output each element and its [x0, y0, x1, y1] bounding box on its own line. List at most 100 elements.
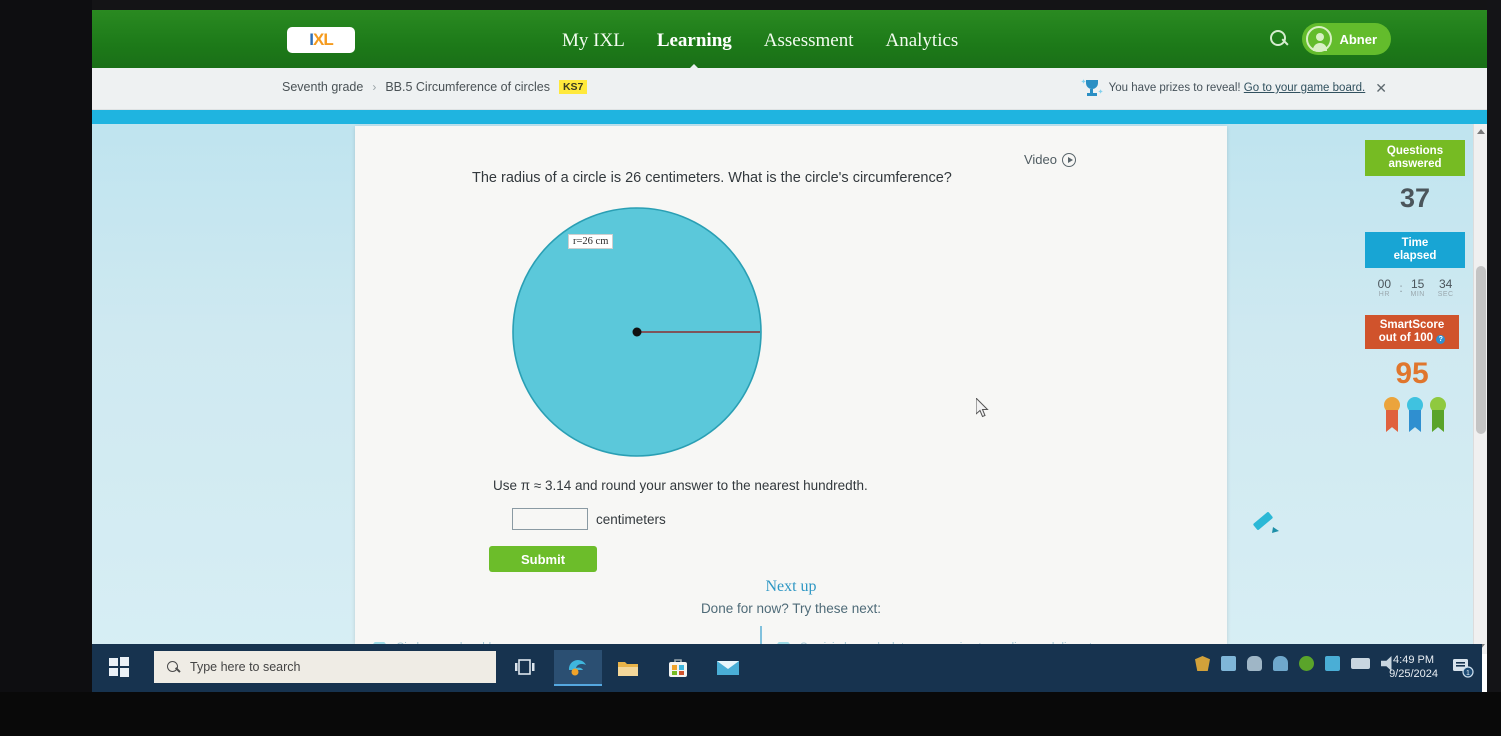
- questions-answered-title-2: answered: [1388, 158, 1442, 170]
- task-view-icon[interactable]: [514, 657, 536, 677]
- user-menu[interactable]: Abner: [1302, 23, 1391, 55]
- nav-item-my-ixl[interactable]: My IXL: [562, 30, 625, 52]
- clock-hours-label: HR: [1378, 291, 1390, 298]
- ribbon-green-icon: [1429, 397, 1447, 433]
- nav-item-learning[interactable]: Learning: [657, 30, 732, 52]
- shield-icon[interactable]: [1195, 656, 1210, 671]
- trophy-icon: ✦ ✦: [1080, 79, 1104, 96]
- taskbar-search[interactable]: Type here to search: [154, 651, 496, 683]
- smartscore-title-1: SmartScore: [1379, 319, 1445, 331]
- time-elapsed-title-2: elapsed: [1393, 250, 1437, 262]
- prize-message: You have prizes to reveal!: [1108, 82, 1241, 94]
- vertical-scrollbar[interactable]: [1473, 124, 1487, 654]
- play-icon: [1062, 152, 1076, 167]
- time-elapsed-header: Time elapsed: [1365, 232, 1465, 268]
- clock-minutes: 15 MIN: [1405, 277, 1431, 298]
- close-icon[interactable]: ✕: [1375, 80, 1387, 97]
- battery-icon[interactable]: [1351, 658, 1370, 669]
- clock-minutes-label: MIN: [1410, 291, 1425, 298]
- monitor-bezel-right: [1487, 0, 1501, 736]
- search-icon: [167, 660, 180, 674]
- scroll-up-icon[interactable]: [1477, 129, 1485, 134]
- prize-banner: ✦ ✦ You have prizes to reveal! Go to you…: [1080, 78, 1387, 98]
- breadcrumb-bar: Seventh grade › BB.5 Circumference of ci…: [92, 68, 1487, 110]
- windows-taskbar: Type here to search 4:49 PM 9/25/2024 1: [92, 644, 1482, 692]
- breadcrumb-separator: ›: [372, 80, 377, 94]
- standard-badge: KS7: [558, 80, 588, 94]
- video-label: Video: [1023, 152, 1057, 167]
- clock-minutes-value: 15: [1410, 277, 1425, 291]
- answer-row: centimeters: [512, 508, 666, 530]
- taskbar-app-file-explorer-icon[interactable]: [604, 650, 652, 686]
- search-icon[interactable]: [1268, 28, 1290, 50]
- taskbar-app-mail-icon[interactable]: [704, 650, 752, 686]
- sync-icon[interactable]: [1299, 656, 1314, 671]
- taskbar-time: 4:49 PM: [1393, 654, 1435, 666]
- logo-l: L: [323, 30, 333, 49]
- breadcrumb-skill[interactable]: BB.5 Circumference of circles: [385, 80, 550, 94]
- screen: IXL My IXL Learning Assessment Analytics…: [92, 10, 1487, 692]
- photos-icon[interactable]: [1221, 656, 1236, 671]
- next-up-subtitle: Done for now? Try these next:: [700, 601, 882, 616]
- clock-hours: 00 HR: [1371, 277, 1397, 298]
- radius-label: r=26 cm: [568, 234, 614, 249]
- smartscore-title-2: out of 100 ?: [1365, 332, 1459, 345]
- questions-answered-value: 37: [1399, 183, 1431, 213]
- game-board-link[interactable]: Go to your game board.: [1244, 82, 1365, 94]
- circle-figure: [510, 204, 770, 466]
- question-card: Video The radius of a circle is 26 centi…: [355, 126, 1465, 666]
- next-up-title: Next up: [765, 578, 817, 595]
- taskbar-app-edge-icon[interactable]: [554, 650, 602, 686]
- time-elapsed-title-1: Time: [1401, 237, 1429, 249]
- onedrive-icon[interactable]: [1273, 656, 1288, 671]
- video-link[interactable]: Video: [1024, 152, 1076, 167]
- system-tray: [1195, 656, 1396, 671]
- user-name: Abner: [1339, 31, 1377, 47]
- cyan-band: [92, 110, 1487, 124]
- clock-seconds: 34 SEC: [1433, 277, 1459, 298]
- questions-answered-title-1: Questions: [1386, 145, 1444, 157]
- nav-item-assessment[interactable]: Assessment: [764, 30, 854, 52]
- smartscore-header: SmartScore out of 100 ?: [1365, 315, 1459, 349]
- answer-unit: centimeters: [596, 511, 666, 527]
- time-elapsed-clock: 00 HR : 15 MIN 34 SEC: [1365, 277, 1465, 298]
- monitor-top-text: [110, 0, 230, 8]
- avatar: [1306, 26, 1333, 52]
- notification-icon[interactable]: 1: [1450, 656, 1474, 678]
- stats-panel: Questions answered 37 Time elapsed 00 HR…: [1365, 140, 1465, 433]
- main-nav: My IXL Learning Assessment Analytics: [562, 22, 958, 60]
- pencil-icon[interactable]: [1248, 504, 1282, 538]
- taskbar-apps: [554, 650, 752, 686]
- info-icon[interactable]: ?: [1436, 335, 1446, 344]
- taskbar-app-microsoft-store-icon[interactable]: [654, 650, 702, 686]
- ribbon-orange-icon: [1383, 397, 1401, 433]
- questions-answered-header: Questions answered: [1365, 140, 1465, 176]
- clock-seconds-value: 34: [1438, 277, 1453, 291]
- clock-hours-value: 00: [1377, 277, 1391, 291]
- ixl-logo[interactable]: IXL: [287, 27, 355, 53]
- header-right: Abner: [1268, 23, 1391, 55]
- answer-input[interactable]: [512, 508, 588, 530]
- monitor-photo: IXL My IXL Learning Assessment Analytics…: [0, 0, 1501, 736]
- taskbar-clock[interactable]: 4:49 PM 9/25/2024: [1389, 653, 1438, 681]
- breadcrumb-grade[interactable]: Seventh grade: [282, 80, 363, 94]
- ixl-header: IXL My IXL Learning Assessment Analytics…: [92, 10, 1487, 68]
- question-prompt: The radius of a circle is 26 centimeters…: [472, 170, 952, 186]
- submit-button[interactable]: Submit: [489, 546, 597, 572]
- cloud-icon[interactable]: [1247, 656, 1262, 671]
- monitor-bezel-bottom: [0, 692, 1501, 736]
- smartscore-value: 95: [1395, 357, 1429, 390]
- bluetooth-icon[interactable]: [1325, 656, 1340, 671]
- mouse-cursor: [975, 396, 992, 420]
- taskbar-search-placeholder: Type here to search: [190, 660, 301, 674]
- smartscore-outof: out of 100: [1378, 332, 1434, 344]
- page-background: Video The radius of a circle is 26 centi…: [92, 124, 1487, 666]
- logo-x: X: [313, 30, 324, 49]
- breadcrumb: Seventh grade › BB.5 Circumference of ci…: [282, 80, 588, 94]
- clock-colon-1: :: [1399, 280, 1403, 295]
- svg-text:1: 1: [1466, 670, 1470, 677]
- scrollbar-thumb[interactable]: [1476, 266, 1486, 434]
- windows-start-icon[interactable]: [106, 654, 132, 680]
- nav-item-analytics[interactable]: Analytics: [886, 30, 959, 52]
- clock-seconds-label: SEC: [1437, 291, 1454, 298]
